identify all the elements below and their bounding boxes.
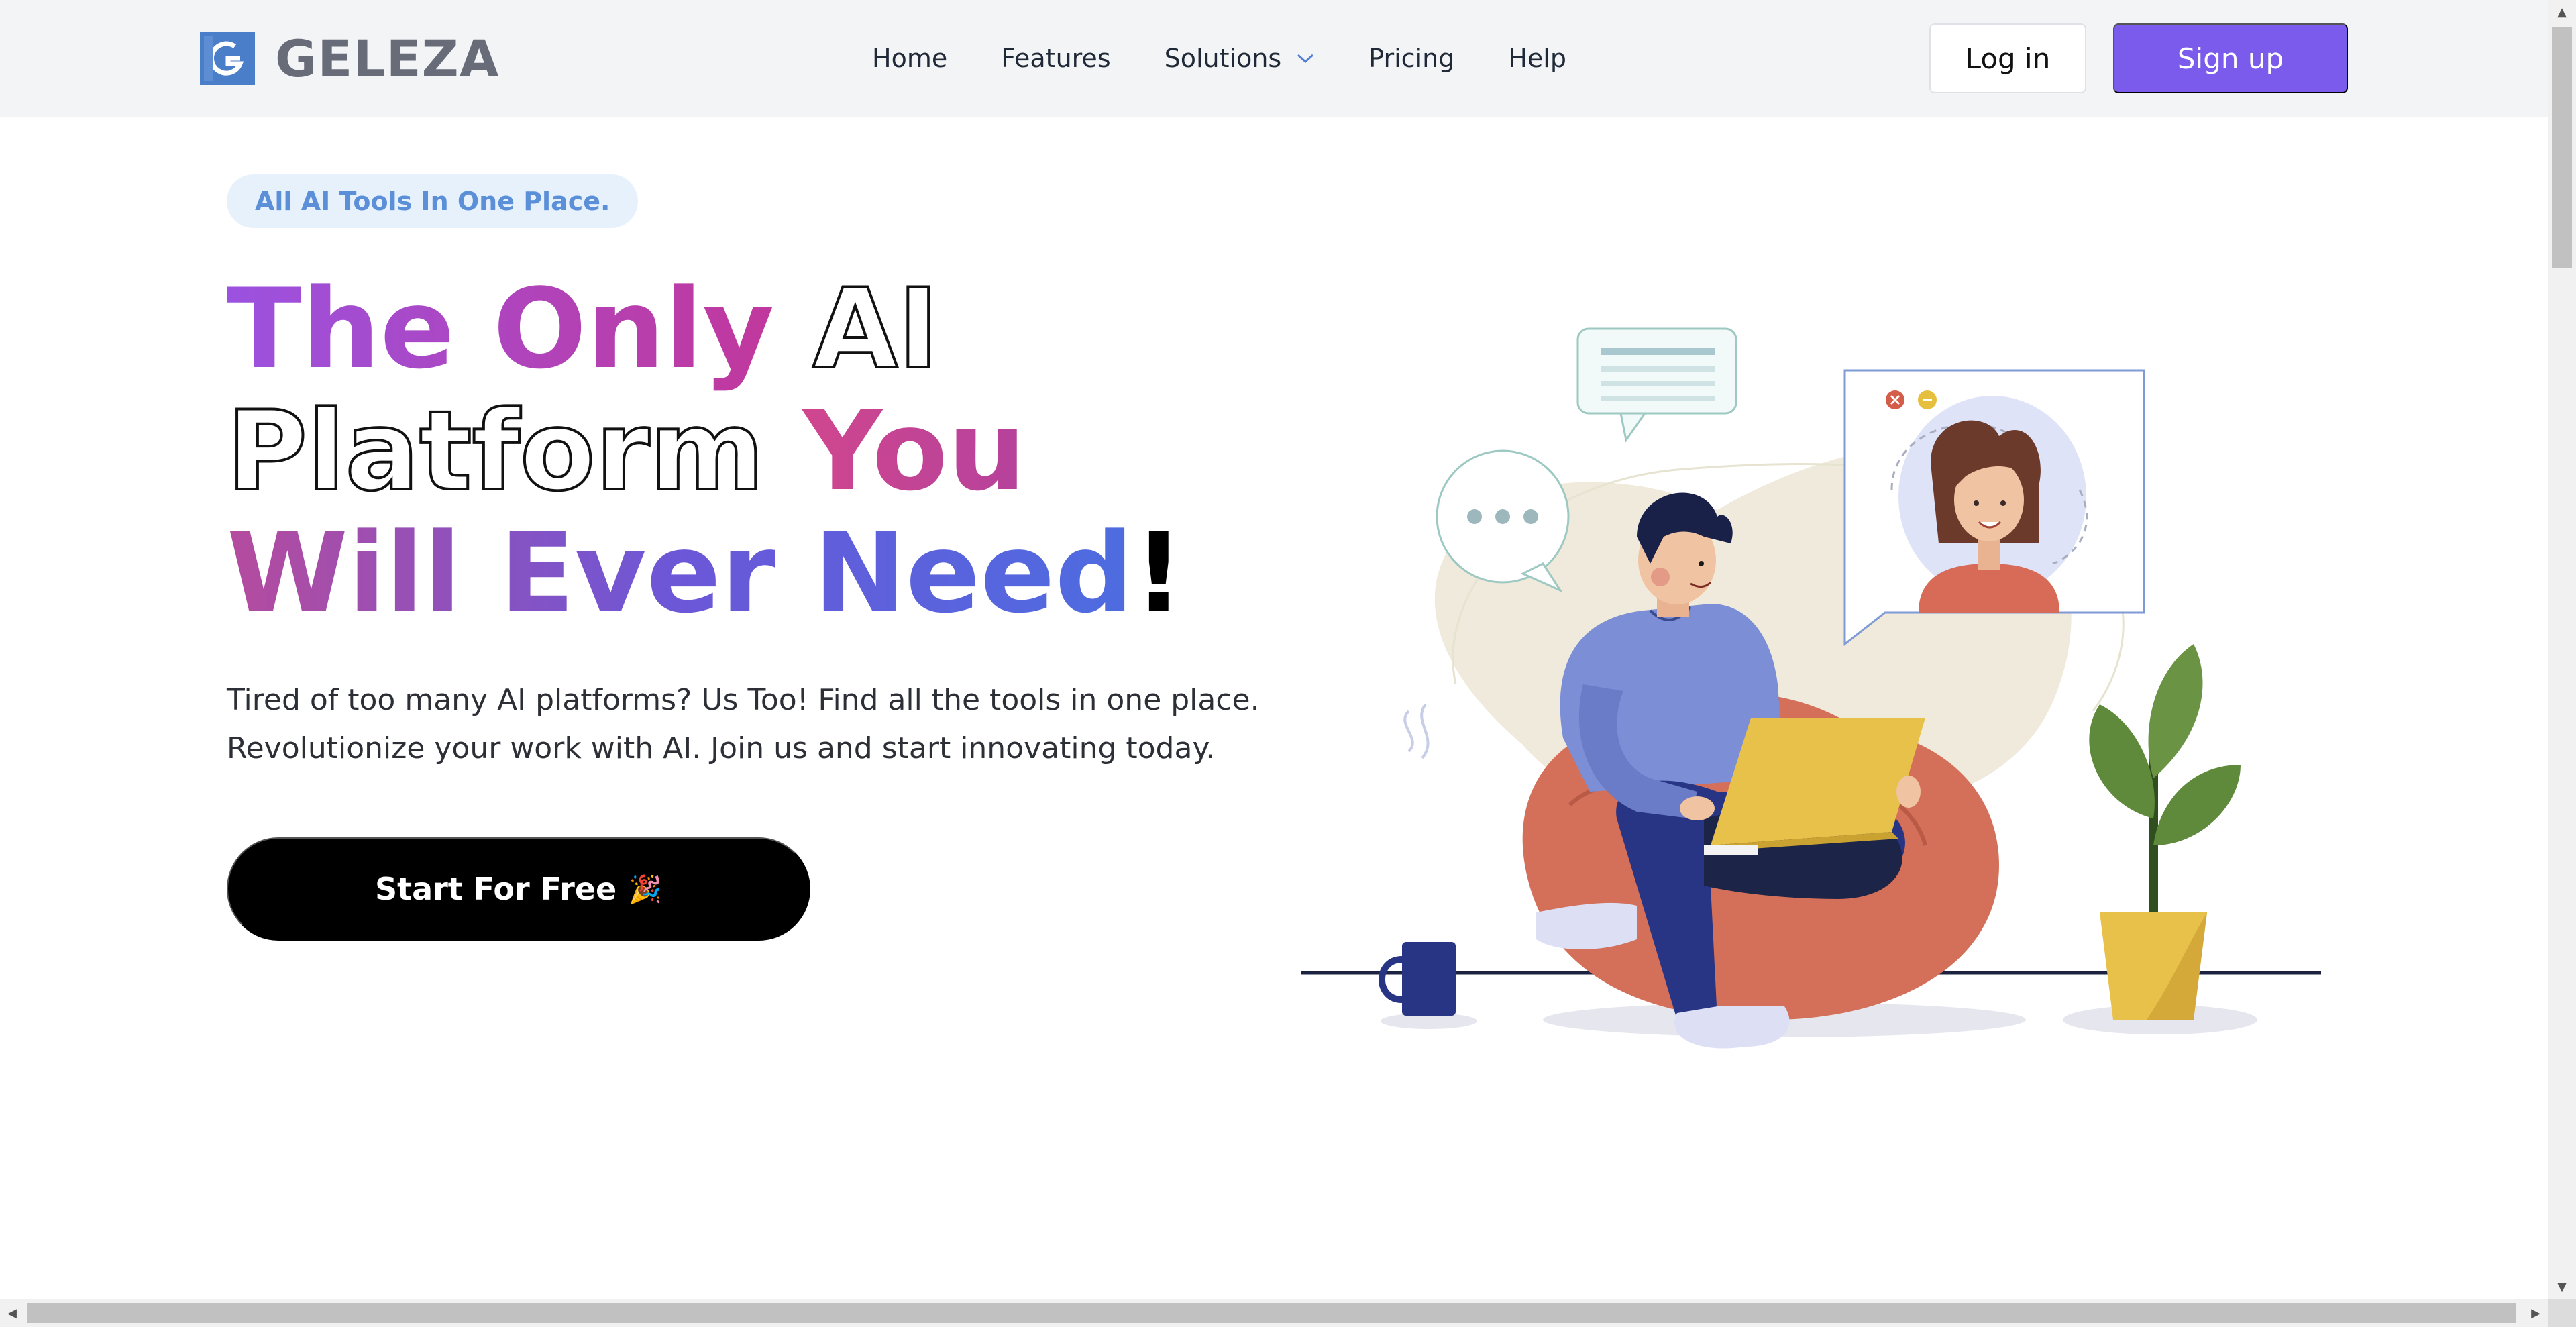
vertical-scrollbar[interactable]: ▲ ▼ — [2548, 0, 2576, 1299]
close-icon — [1886, 390, 1904, 409]
plant-icon — [2089, 644, 2241, 1020]
headline-the-only: The Only — [227, 265, 775, 393]
headline-will-ever-need: Will Ever Need — [227, 509, 1134, 637]
nav-solutions[interactable]: Solutions — [1165, 44, 1316, 73]
headline-exclamation: ! — [1133, 509, 1184, 637]
signup-button[interactable]: Sign up — [2113, 23, 2348, 93]
nav-help[interactable]: Help — [1508, 44, 1566, 73]
minimize-icon — [1918, 390, 1937, 409]
scroll-up-arrow-icon[interactable]: ▲ — [2548, 0, 2576, 24]
headline-you: You — [802, 387, 1026, 515]
hero-subtext-line-1: Tired of too many AI platforms? Us Too! … — [227, 683, 1260, 717]
start-for-free-button[interactable]: Start For Free 🎉 — [227, 837, 810, 941]
horizontal-scroll-thumb[interactable] — [27, 1303, 2516, 1323]
scrollbar-corner — [2548, 1299, 2576, 1327]
cta-label: Start For Free — [374, 871, 617, 907]
hero-badge: All AI Tools In One Place. — [227, 174, 639, 228]
party-popper-icon: 🎉 — [629, 873, 663, 905]
scroll-right-arrow-icon[interactable]: ▶ — [2524, 1299, 2548, 1327]
logo[interactable]: GELEZA — [200, 29, 500, 89]
headline-ai: AI — [811, 265, 940, 393]
chevron-down-icon — [1297, 54, 1314, 64]
nav-pricing[interactable]: Pricing — [1368, 44, 1454, 73]
nav-features[interactable]: Features — [1001, 44, 1110, 73]
hero-illustration — [1301, 327, 2321, 1049]
hero-subtext-line-2: Revolutionize your work with AI. Join us… — [227, 731, 1216, 765]
vertical-scroll-thumb[interactable] — [2552, 27, 2572, 268]
logo-icon — [200, 32, 255, 85]
chat-bubble-icon — [1576, 327, 1737, 443]
headline-line-1: The Only AI — [227, 265, 1184, 393]
hero-subtext: Tired of too many AI platforms? Us Too! … — [227, 676, 1273, 773]
headline-platform: Platform — [225, 387, 765, 515]
hero-headline: The Only AI Platform You Will Ever Need! — [225, 265, 1184, 635]
login-button[interactable]: Log in — [1929, 23, 2086, 93]
headline-line-3: Will Ever Need! — [227, 513, 1184, 635]
headline-line-2: Platform You — [225, 387, 1184, 515]
nav-home[interactable]: Home — [872, 44, 947, 73]
main-nav: Home Features Solutions Pricing Help — [872, 40, 1620, 76]
brand-name: GELEZA — [275, 28, 500, 89]
horizontal-scrollbar[interactable]: ◀ ▶ — [0, 1299, 2548, 1327]
coffee-mug-icon — [1379, 703, 1456, 1016]
scroll-down-arrow-icon[interactable]: ▼ — [2548, 1275, 2576, 1299]
video-call-window-icon — [1843, 369, 2145, 647]
scroll-left-arrow-icon[interactable]: ◀ — [0, 1299, 24, 1327]
page-viewport: GELEZA Home Features Solutions Pricing H… — [0, 0, 2548, 1299]
site-header: GELEZA Home Features Solutions Pricing H… — [0, 0, 2548, 117]
nav-solutions-label: Solutions — [1164, 44, 1282, 73]
